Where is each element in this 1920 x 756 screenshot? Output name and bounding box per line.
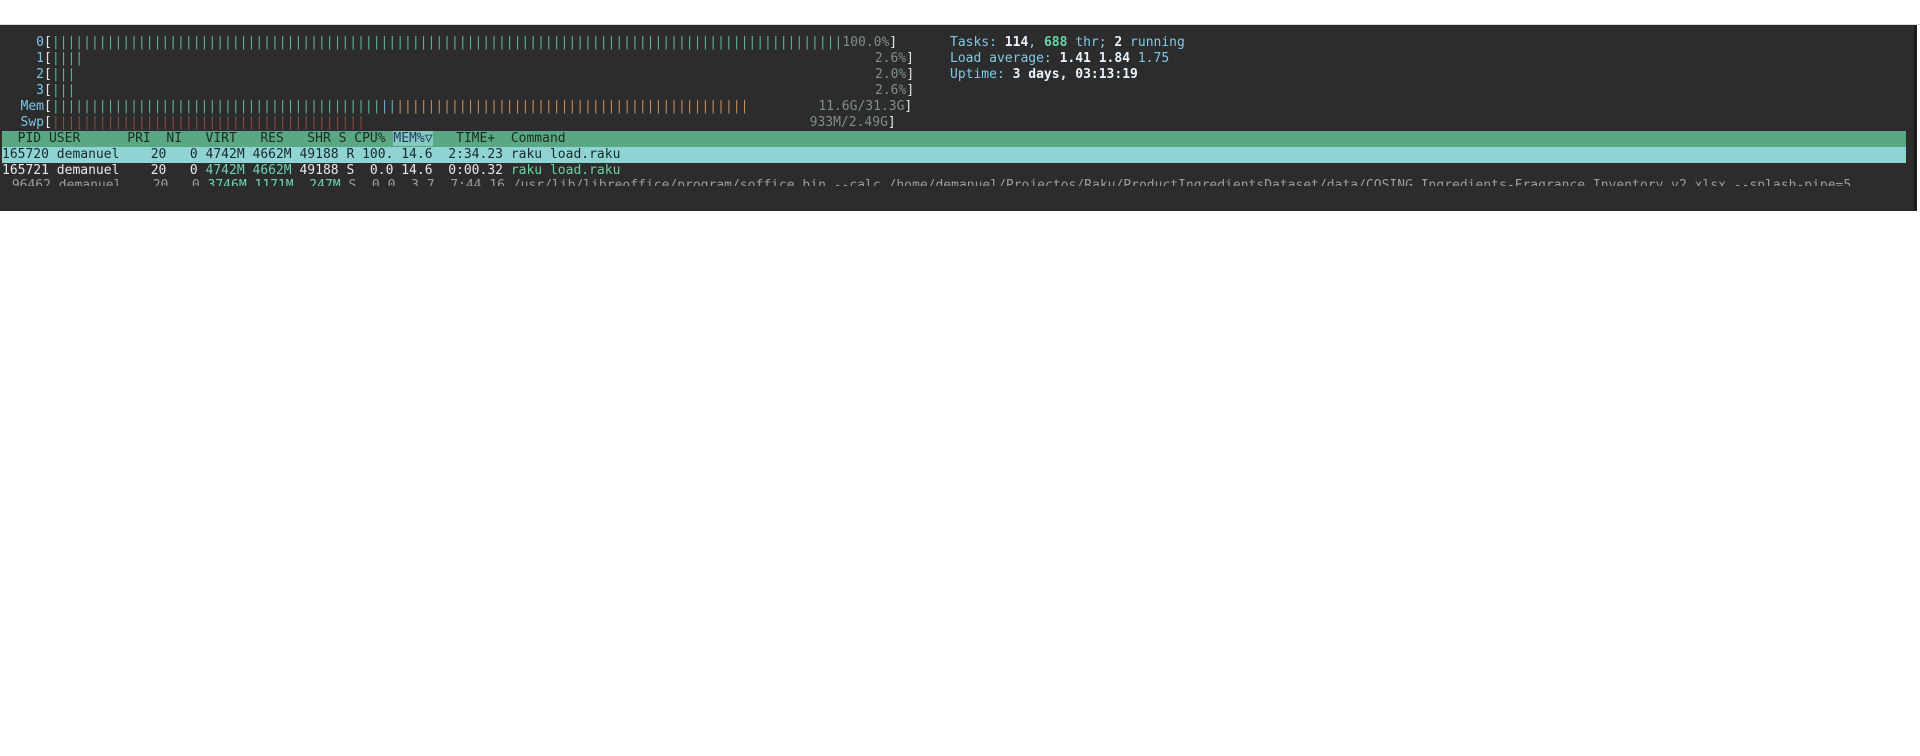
cpu-meter-0: 0[||||||||||||||||||||||||||||||||||||||… xyxy=(0,35,897,51)
cpu-bars: ||| xyxy=(51,83,76,98)
cell-cpu: 100. xyxy=(362,147,394,162)
col-shr[interactable]: SHR xyxy=(292,131,331,146)
terminal-scrollbar[interactable] xyxy=(1914,25,1917,211)
cell-command: /usr/lib/libreoffice/program/soffice.bin… xyxy=(512,178,1852,186)
col-ni[interactable]: NI xyxy=(159,131,182,146)
tasks-count: 114 xyxy=(1004,35,1029,50)
cell-shr: 49188 xyxy=(299,147,339,162)
cell-pri: 20 xyxy=(150,163,167,178)
cell-ni: 0 xyxy=(189,147,198,162)
col-cpu[interactable]: CPU% xyxy=(354,131,385,146)
cell-res: 1171M xyxy=(254,178,294,186)
cpu-label: 1 xyxy=(36,51,44,66)
cell-virt: 4742M xyxy=(205,163,245,178)
cpu-bars: ||||||||||||||||||||||||||||||||||||||||… xyxy=(51,35,843,50)
cell-state: S xyxy=(346,163,355,178)
cpu-meter-3: 3[||| 2.6%] xyxy=(0,83,914,99)
cpu-percent: 2.0% xyxy=(875,67,907,82)
load-5min: 1.84 xyxy=(1098,51,1131,66)
col-pid[interactable]: PID xyxy=(2,131,42,146)
cell-ni: 0 xyxy=(189,163,198,178)
load-15min: 1.75 xyxy=(1137,51,1170,66)
mem-label: Mem xyxy=(20,99,44,114)
swap-label: Swp xyxy=(20,115,44,130)
uptime-value: 3 days, 03:13:19 xyxy=(1012,67,1138,82)
cell-time: 2:34.23 xyxy=(448,147,503,162)
cpu-label: 0 xyxy=(36,35,44,50)
process-table-header: PID USER PRI NI VIRT RES SHR S CPU% MEM%… xyxy=(2,131,1906,147)
cell-user: demanuel xyxy=(58,178,122,186)
cpu-percent: 100.0% xyxy=(842,35,890,50)
cell-cpu: 0.0 xyxy=(369,163,394,178)
mem-used-bars: ||||||||||||||||||||||||||||||||||||||||… xyxy=(51,99,381,114)
cell-user: demanuel xyxy=(56,147,120,162)
running-count: 2 xyxy=(1114,35,1123,50)
swap-value: 933M/2.49G xyxy=(809,115,888,130)
cell-mem: 14.6 xyxy=(401,163,433,178)
clipped-row-container: 96462 demanuel 20 0 3746M 1171M 247M S 0… xyxy=(2,178,1906,186)
col-state[interactable]: S xyxy=(339,131,347,146)
cpu-bars: ||| xyxy=(51,67,76,82)
cpu-percent: 2.6% xyxy=(874,51,907,66)
mem-cache-bars: ||||||||||||||||||||||||||||||||||||||||… xyxy=(396,99,749,114)
cell-state: R xyxy=(346,147,355,162)
cell-pri: 20 xyxy=(150,147,167,162)
threads-label: thr; xyxy=(1075,35,1107,50)
mem-meter: Mem[||||||||||||||||||||||||||||||||||||… xyxy=(0,99,913,115)
col-user[interactable]: USER xyxy=(49,131,112,146)
cell-pri: 20 xyxy=(152,178,169,186)
cell-command: raku load.raku xyxy=(510,163,621,178)
tasks-summary: Tasks: 114, 688 thr; 2 running xyxy=(950,35,1185,50)
threads-count: 688 xyxy=(1043,35,1068,50)
cpu-label: 2 xyxy=(36,67,44,82)
cell-shr: 49188 xyxy=(299,163,339,178)
cell-pid: 165721 xyxy=(2,163,49,178)
mem-buffer-bars: || xyxy=(380,99,397,114)
load-1min: 1.41 xyxy=(1059,51,1091,66)
mem-value: 11.6G/31.3G xyxy=(818,99,905,114)
col-res[interactable]: RES xyxy=(245,131,284,146)
cpu-percent: 2.6% xyxy=(875,83,907,98)
cell-user: demanuel xyxy=(56,163,120,178)
cpu-meter-1: 1[|||| 2.6%] xyxy=(0,51,914,67)
cell-virt: 4742M xyxy=(205,147,245,162)
cell-shr: 247M xyxy=(309,178,341,186)
cell-res: 4662M xyxy=(252,163,292,178)
cell-cpu: 0.0 xyxy=(371,178,396,186)
cell-command: raku load.raku xyxy=(510,147,621,162)
cpu-bars: |||| xyxy=(51,51,84,66)
cell-time: 0:00.32 xyxy=(448,163,503,178)
cell-pid: 165720 xyxy=(2,147,49,162)
cell-virt: 3746M xyxy=(207,178,247,186)
cell-state: S xyxy=(348,178,357,186)
cell-pid: 96462 xyxy=(11,178,51,186)
col-command[interactable]: Command xyxy=(511,131,566,146)
table-row[interactable]: 165721 demanuel 20 0 4742M 4662M 49188 S… xyxy=(2,163,1906,179)
col-virt[interactable]: VIRT xyxy=(190,131,237,146)
tasks-label: Tasks: xyxy=(950,35,997,50)
running-label: running xyxy=(1130,35,1185,50)
load-average: Load average: 1.41 1.84 1.75 xyxy=(950,51,1169,67)
cpu-label: 3 xyxy=(36,83,44,98)
cell-time: 7:44.16 xyxy=(450,178,505,186)
uptime: Uptime: 3 days, 03:13:19 xyxy=(950,67,1138,83)
col-time[interactable]: TIME+ xyxy=(440,131,495,146)
cell-res: 4662M xyxy=(252,147,292,162)
swap-meter: Swp[||||||||||||||||||||||||||||||||||||… xyxy=(0,115,896,131)
cell-mem: 14.6 xyxy=(401,147,433,162)
cpu-meter-2: 2[||| 2.0%] xyxy=(0,67,914,83)
uptime-label: Uptime: xyxy=(950,67,1005,82)
table-row[interactable]: 96462 demanuel 20 0 3746M 1171M 247M S 0… xyxy=(4,178,1906,186)
col-mem-sorted[interactable]: MEM%▽ xyxy=(393,131,433,146)
cell-ni: 0 xyxy=(191,178,200,186)
col-pri[interactable]: PRI xyxy=(112,131,151,146)
load-label: Load average: xyxy=(950,51,1052,66)
swap-bars: |||||||||||||||||||||||||||||||||||||||| xyxy=(51,115,365,130)
cell-mem: 3.7 xyxy=(411,178,435,186)
table-row[interactable]: 165720 demanuel 20 0 4742M 4662M 49188 R… xyxy=(2,147,1906,163)
